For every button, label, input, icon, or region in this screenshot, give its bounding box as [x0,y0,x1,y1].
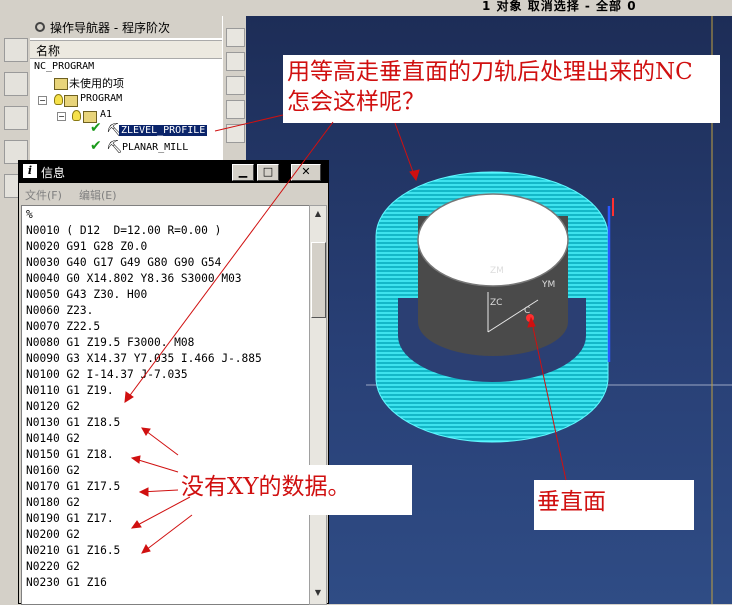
arrow-question-to-nc [124,121,334,403]
arrow-to-z165 [141,514,193,554]
arrow-to-vertical-face [530,317,567,481]
arrow-to-operation [214,114,284,132]
annotation-arrows [124,114,567,554]
